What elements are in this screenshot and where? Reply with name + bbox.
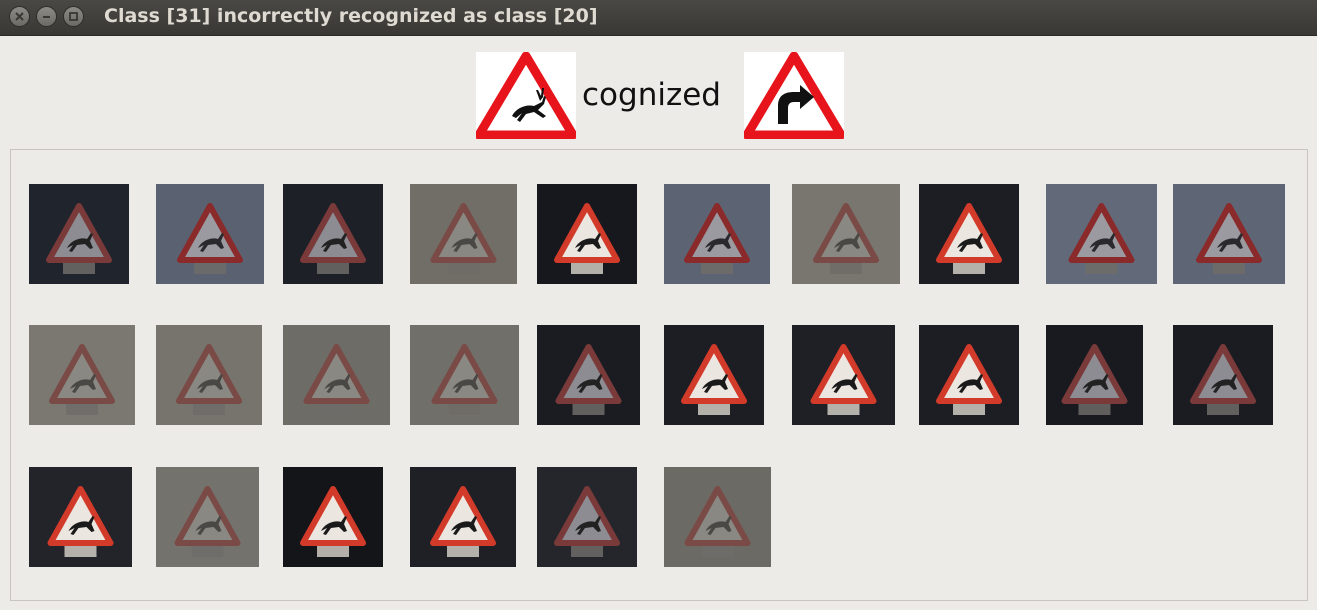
sample-thumbnail xyxy=(283,467,383,567)
deer-warning-sign-icon xyxy=(554,203,620,274)
deer-warning-sign-icon xyxy=(810,344,877,415)
deer-warning-sign-icon xyxy=(684,203,750,274)
deer-warning-sign-icon xyxy=(47,486,114,557)
sample-thumbnail xyxy=(1173,184,1285,284)
title-bar: Class [31] incorrectly recognized as cla… xyxy=(0,0,1317,36)
sample-thumbnail xyxy=(792,325,895,425)
deer-warning-sign-icon xyxy=(430,203,497,274)
sample-thumbnail xyxy=(29,467,132,567)
sample-thumbnail xyxy=(1173,325,1273,425)
sample-thumbnail xyxy=(1046,184,1157,284)
sample-thumbnail xyxy=(792,184,900,284)
close-icon xyxy=(15,12,24,21)
sample-thumbnail xyxy=(537,184,637,284)
sample-thumbnail xyxy=(283,184,383,284)
sample-thumbnail xyxy=(1046,325,1143,425)
deer-warning-sign-icon xyxy=(936,203,1002,274)
sample-thumbnail xyxy=(664,184,770,284)
deer-warning-sign-icon xyxy=(681,344,747,415)
sample-thumbnail xyxy=(156,184,264,284)
deer-warning-sign-icon xyxy=(1196,203,1262,274)
maximize-icon xyxy=(69,12,78,21)
close-window-button[interactable] xyxy=(9,6,30,27)
wild-animals-warning-sign-icon xyxy=(474,51,578,140)
deer-warning-sign-icon xyxy=(300,203,366,274)
minimize-icon xyxy=(43,16,50,18)
dangerous-curve-right-sign-icon xyxy=(742,51,846,140)
sample-thumbnail xyxy=(919,325,1019,425)
sample-thumbnail xyxy=(664,325,764,425)
deer-warning-sign-icon xyxy=(554,486,620,557)
window-title: Class [31] incorrectly recognized as cla… xyxy=(104,5,598,27)
sample-thumbnail xyxy=(410,325,519,425)
sample-thumbnail xyxy=(29,184,129,284)
deer-warning-sign-icon xyxy=(176,344,242,415)
sample-thumbnail xyxy=(537,467,637,567)
deer-warning-sign-icon xyxy=(1190,344,1256,415)
deer-warning-sign-icon xyxy=(1061,344,1128,415)
deer-warning-sign-icon xyxy=(936,344,1002,415)
sample-thumbnail xyxy=(410,184,517,284)
sample-thumbnail xyxy=(919,184,1019,284)
sample-thumbnail xyxy=(537,325,640,425)
deer-warning-sign-icon xyxy=(431,344,498,415)
sample-thumbnail xyxy=(156,467,259,567)
maximize-window-button[interactable] xyxy=(63,6,84,27)
deer-warning-sign-icon xyxy=(1068,203,1135,274)
deer-warning-sign-icon xyxy=(813,203,879,274)
deer-warning-sign-icon xyxy=(300,486,366,557)
deer-warning-sign-icon xyxy=(684,486,751,557)
deer-warning-sign-icon xyxy=(555,344,622,415)
deer-warning-sign-icon xyxy=(46,203,112,274)
deer-warning-sign-icon xyxy=(303,344,370,415)
deer-warning-sign-icon xyxy=(430,486,496,557)
sample-thumbnail xyxy=(156,325,262,425)
header-label: cognized xyxy=(582,77,721,113)
sample-thumbnail xyxy=(664,467,771,567)
sample-thumbnail xyxy=(283,325,390,425)
sample-thumbnail xyxy=(410,467,516,567)
deer-warning-sign-icon xyxy=(49,344,115,415)
sample-thumbnail xyxy=(29,325,135,425)
deer-warning-sign-icon xyxy=(174,486,241,557)
minimize-window-button[interactable] xyxy=(36,6,57,27)
deer-warning-sign-icon xyxy=(177,203,243,274)
